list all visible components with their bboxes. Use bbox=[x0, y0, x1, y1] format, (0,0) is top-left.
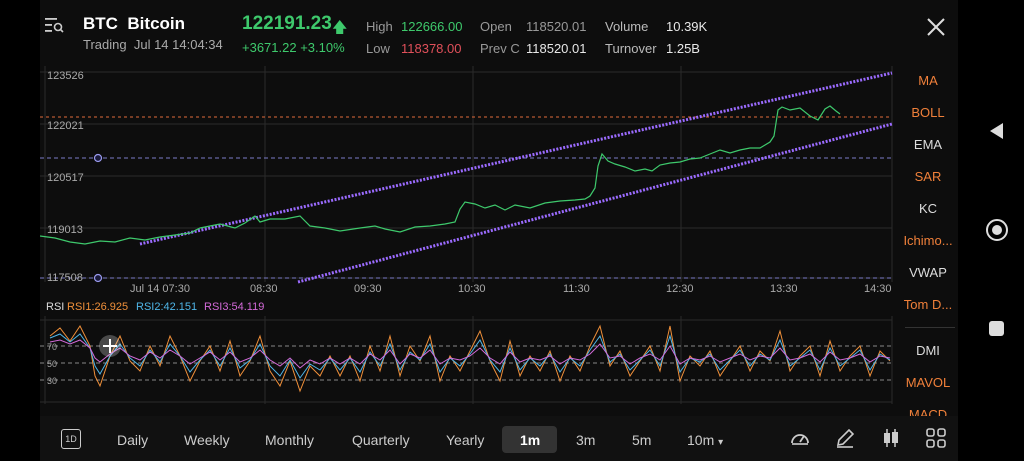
timeframe-10m[interactable]: 10m ▾ bbox=[687, 432, 723, 448]
indicator-dmi[interactable]: DMI bbox=[898, 343, 958, 358]
bottom-toolbar bbox=[40, 416, 958, 461]
rsi-label: RSI bbox=[46, 301, 65, 313]
rsi1-value: RSI1:26.925 bbox=[67, 301, 129, 313]
low-value: 118378.00 bbox=[401, 41, 462, 56]
rsi-tick: 30 bbox=[47, 376, 58, 386]
symbol-code: BTC bbox=[83, 14, 118, 33]
volume-value: 10.39K bbox=[666, 19, 708, 34]
symbol-name: Bitcoin bbox=[127, 14, 186, 33]
last-price: 122191.23 bbox=[242, 13, 332, 34]
nav-back-icon[interactable] bbox=[988, 122, 1006, 140]
period-calendar-icon[interactable]: 1D bbox=[61, 429, 81, 449]
alert-marker[interactable] bbox=[93, 153, 103, 163]
prev-close-label: Prev C bbox=[480, 41, 520, 56]
change-percent: +3.10% bbox=[300, 40, 345, 55]
indicator-boll[interactable]: BOLL bbox=[898, 105, 958, 120]
timeframe-10m-label: 10m bbox=[687, 432, 715, 448]
y-tick: 123526 bbox=[47, 70, 84, 82]
x-tick: 09:30 bbox=[354, 283, 382, 295]
high-label: High bbox=[366, 19, 393, 34]
candlestick-icon[interactable] bbox=[880, 427, 902, 449]
volume-label: Volume bbox=[605, 19, 649, 34]
up-arrow-icon: 🡅 bbox=[332, 19, 348, 36]
indicator-mavol[interactable]: MAVOL bbox=[898, 375, 958, 390]
draw-pen-icon[interactable] bbox=[834, 427, 856, 449]
indicator-divider bbox=[905, 327, 955, 328]
search-list-icon[interactable] bbox=[44, 15, 64, 35]
timeframe-daily[interactable]: Daily bbox=[117, 432, 148, 448]
price-chart[interactable] bbox=[40, 66, 894, 296]
x-tick: 10:30 bbox=[458, 283, 486, 295]
x-tick: 14:30 bbox=[864, 283, 892, 295]
nav-home-dot bbox=[992, 225, 1002, 235]
crosshair-add-icon[interactable] bbox=[99, 335, 121, 357]
indicator-ema[interactable]: EMA bbox=[898, 137, 958, 152]
chevron-down-icon: ▾ bbox=[718, 437, 724, 448]
indicator-vwap[interactable]: VWAP bbox=[898, 265, 958, 280]
symbol-title: BTC Bitcoin bbox=[83, 14, 185, 34]
nav-recent-icon[interactable] bbox=[989, 321, 1004, 336]
turnover-label: Turnover bbox=[605, 41, 657, 56]
y-tick: 117508 bbox=[47, 272, 83, 284]
open-value: 118520.01 bbox=[526, 19, 587, 34]
x-tick: 12:30 bbox=[666, 283, 694, 295]
indicator-kc[interactable]: KC bbox=[898, 201, 958, 216]
timestamp: Jul 14 14:04:34 bbox=[133, 37, 223, 52]
status-label: Trading bbox=[83, 37, 127, 52]
y-tick: 122021 bbox=[47, 120, 84, 132]
prev-close-value: 118520.01 bbox=[526, 41, 587, 56]
rsi-tick: 50 bbox=[47, 359, 58, 369]
gauge-icon[interactable] bbox=[789, 427, 811, 449]
close-icon[interactable] bbox=[922, 13, 950, 41]
price-change: +3671.22 +3.10% bbox=[242, 40, 345, 55]
change-amount: +3671.22 bbox=[242, 40, 297, 55]
y-tick: 119013 bbox=[47, 224, 83, 236]
open-label: Open bbox=[480, 19, 512, 34]
low-label: Low bbox=[366, 41, 390, 56]
x-tick: Jul 14 07:30 bbox=[130, 283, 190, 295]
indicator-ichimoku[interactable]: Ichimo... bbox=[898, 233, 958, 248]
rsi3-value: RSI3:54.119 bbox=[204, 301, 265, 313]
timeframe-quarterly[interactable]: Quarterly bbox=[352, 432, 410, 448]
indicator-ma[interactable]: MA bbox=[898, 73, 958, 88]
alert-marker[interactable] bbox=[93, 273, 103, 283]
grid-icon[interactable] bbox=[925, 427, 947, 449]
y-tick: 120517 bbox=[47, 172, 84, 184]
timeframe-3m[interactable]: 3m bbox=[576, 432, 595, 448]
timeframe-weekly[interactable]: Weekly bbox=[184, 432, 230, 448]
timeframe-5m[interactable]: 5m bbox=[632, 432, 651, 448]
x-tick: 13:30 bbox=[770, 283, 798, 295]
high-value: 122666.00 bbox=[401, 19, 463, 34]
turnover-value: 1.25B bbox=[666, 41, 700, 56]
timeframe-yearly[interactable]: Yearly bbox=[446, 432, 484, 448]
indicator-sar[interactable]: SAR bbox=[898, 169, 958, 184]
trading-status: Trading Jul 14 14:04:34 bbox=[83, 37, 223, 52]
indicator-tom-demark[interactable]: Tom D... bbox=[898, 297, 958, 312]
timeframe-1m[interactable]: 1m bbox=[520, 432, 540, 448]
rsi-tick: 70 bbox=[47, 342, 58, 352]
x-tick: 08:30 bbox=[250, 283, 278, 295]
x-tick: 11:30 bbox=[563, 283, 590, 295]
timeframe-monthly[interactable]: Monthly bbox=[265, 432, 314, 448]
rsi-chart[interactable] bbox=[40, 316, 894, 404]
rsi2-value: RSI2:42.151 bbox=[136, 301, 198, 313]
